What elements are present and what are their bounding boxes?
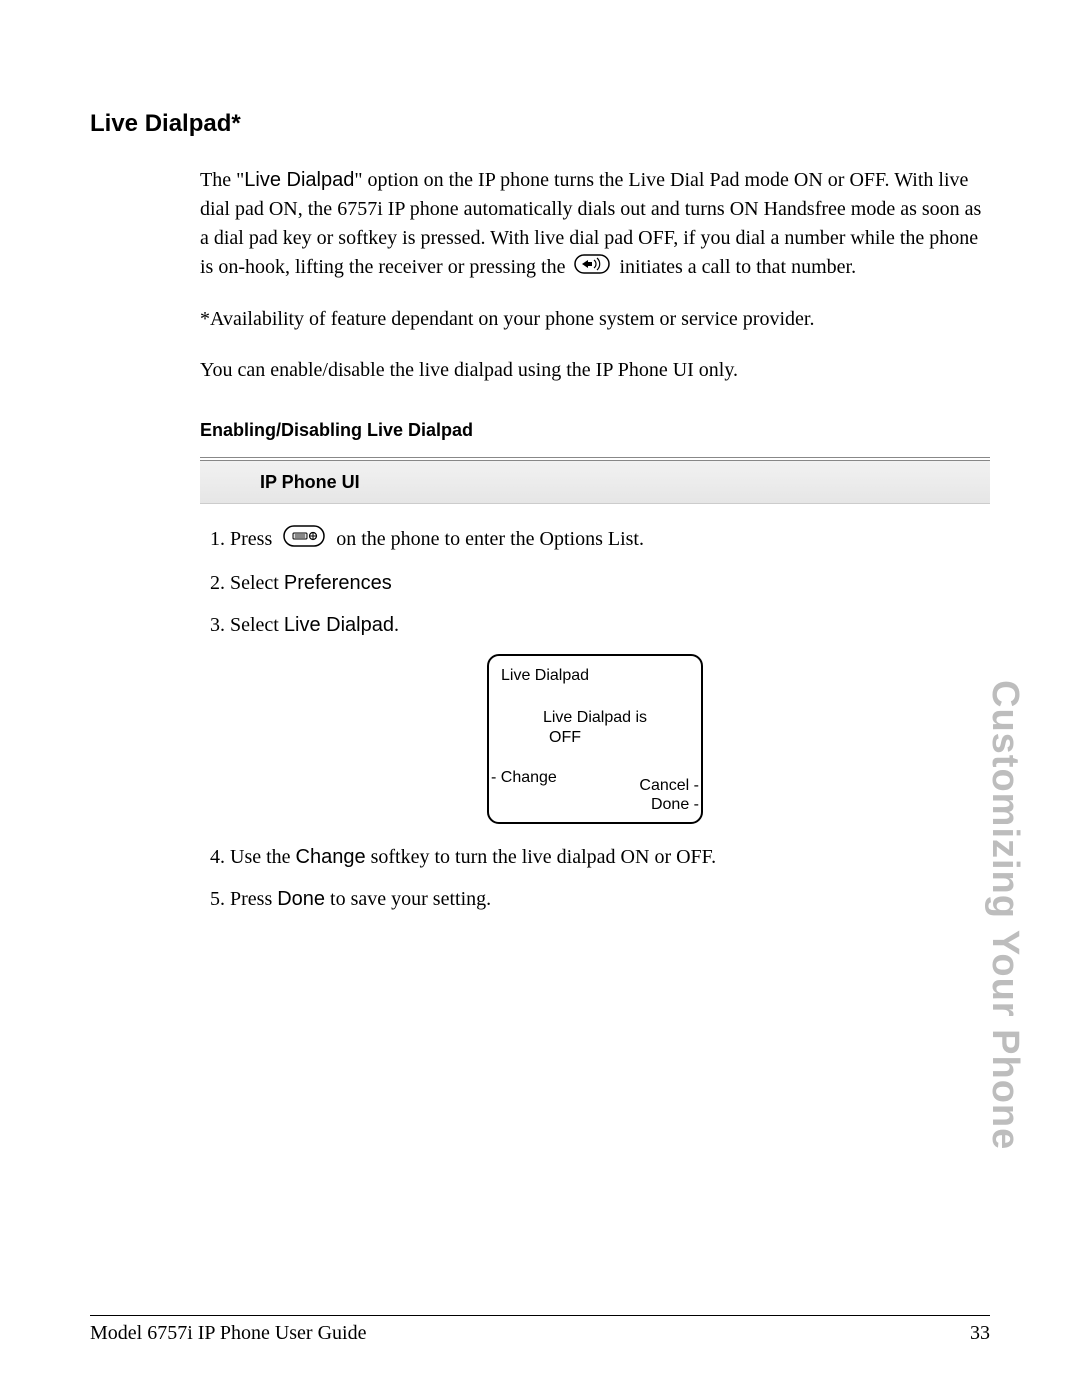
step-4-text-b: softkey to turn the live dialpad ON or O…	[366, 846, 717, 868]
step-1-text-b: on the phone to enter the Options List.	[336, 528, 644, 550]
phone-status-line1: Live Dialpad is	[543, 709, 647, 726]
body-block: The "Live Dialpad" option on the IP phon…	[200, 166, 990, 914]
options-key-icon	[283, 525, 325, 556]
step-3-term: Live Dialpad	[284, 614, 394, 636]
phone-screen: Live Dialpad Live Dialpad is OFF - Chang…	[487, 654, 703, 824]
step-5-text-b: to save your setting.	[325, 888, 491, 910]
intro-after-icon: initiates a call to that number.	[619, 256, 856, 278]
section-heading: Live Dialpad*	[90, 110, 990, 138]
intro-term: Live Dialpad	[244, 169, 354, 191]
step-5-text-a: Press	[230, 888, 277, 910]
intro-prefix: The "	[200, 169, 244, 191]
phone-screen-figure: Live Dialpad Live Dialpad is OFF - Chang…	[200, 654, 990, 824]
section-side-label: Customizing Your Phone	[983, 680, 1026, 1150]
step-2-term: Preferences	[284, 572, 392, 594]
phone-screen-status: Live Dialpad is OFF	[501, 708, 689, 748]
step-3-text-a: Select	[230, 614, 284, 636]
step-5: Press Done to save your setting.	[230, 884, 990, 914]
footnote: *Availability of feature dependant on yo…	[200, 305, 990, 334]
phone-screen-title: Live Dialpad	[501, 666, 689, 686]
footer-guide-title: Model 6757i IP Phone User Guide	[90, 1322, 366, 1345]
step-2: Select Preferences	[230, 568, 990, 598]
document-page: Live Dialpad* The "Live Dialpad" option …	[0, 0, 1080, 1397]
step-1-text-a: Press	[230, 528, 277, 550]
phone-bottom-softkeys: Cancel - Done -	[639, 776, 699, 814]
note-paragraph: You can enable/disable the live dialpad …	[200, 356, 990, 385]
step-3: Select Live Dialpad. Live Dialpad Live D…	[230, 610, 990, 824]
step-4: Use the Change softkey to turn the live …	[230, 842, 990, 872]
step-1: Press on the phone to enter the Options …	[230, 524, 990, 556]
step-4-text-a: Use the	[230, 846, 296, 868]
step-4-term: Change	[296, 846, 366, 868]
step-5-term: Done	[277, 888, 325, 910]
phone-status-line2: OFF	[549, 728, 689, 748]
phone-cancel-softkey: Cancel -	[639, 776, 699, 795]
speaker-key-icon	[574, 254, 610, 283]
phone-done-softkey: Done -	[639, 795, 699, 814]
subsection-heading: Enabling/Disabling Live Dialpad	[200, 417, 990, 443]
footer-page-number: 33	[970, 1322, 990, 1345]
step-3-text-b: .	[394, 614, 399, 636]
steps-list: Press on the phone to enter the Options …	[200, 524, 990, 914]
page-footer: Model 6757i IP Phone User Guide 33	[90, 1315, 990, 1345]
step-2-text-a: Select	[230, 572, 284, 594]
ui-banner: IP Phone UI	[200, 461, 990, 504]
intro-paragraph: The "Live Dialpad" option on the IP phon…	[200, 166, 990, 283]
ui-banner-wrap: IP Phone UI	[200, 457, 990, 504]
